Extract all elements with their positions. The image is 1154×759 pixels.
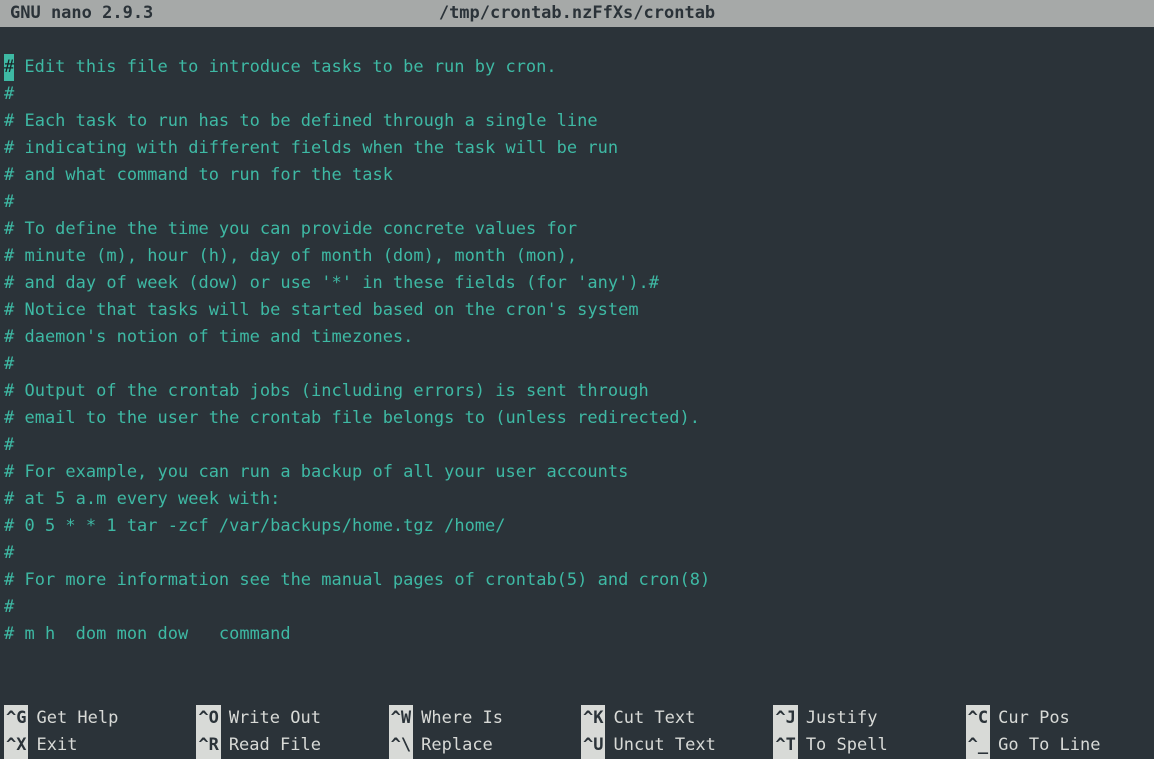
shortcut-label: Exit [36,732,77,759]
editor-line: # daemon's notion of time and timezones. [0,324,1154,351]
blank-line [0,27,1154,54]
text-cursor: # [4,54,14,81]
shortcut-label: To Spell [806,732,888,759]
shortcut-key: ^T [773,732,797,759]
app-name: GNU nano 2.9.3 [10,0,153,27]
editor-line: # and what command to run for the task [0,162,1154,189]
editor-line: # m h dom mon dow command [0,621,1154,648]
shortcut-to-spell[interactable]: ^T To Spell [769,732,961,759]
editor-line: # minute (m), hour (h), day of month (do… [0,243,1154,270]
shortcut-exit[interactable]: ^X Exit [0,732,192,759]
shortcut-key: ^R [196,732,220,759]
shortcut-key: ^_ [966,732,990,759]
shortcut-cur-pos[interactable]: ^C Cur Pos [962,705,1154,732]
shortcut-label: Cur Pos [998,705,1070,732]
editor-line: # [0,594,1154,621]
editor-line: # Each task to run has to be defined thr… [0,108,1154,135]
shortcut-label: Uncut Text [613,732,715,759]
editor-line: # For more information see the manual pa… [0,567,1154,594]
editor-line: # Notice that tasks will be started base… [0,297,1154,324]
shortcut-go-to-line[interactable]: ^_ Go To Line [962,732,1154,759]
shortcut-cut-text[interactable]: ^K Cut Text [577,705,769,732]
shortcut-key: ^K [581,705,605,732]
shortcut-get-help[interactable]: ^G Get Help [0,705,192,732]
shortcut-write-out[interactable]: ^O Write Out [192,705,384,732]
shortcut-key: ^C [966,705,990,732]
shortcut-where-is[interactable]: ^W Where Is [385,705,577,732]
editor-line: # [0,81,1154,108]
editor-line: # at 5 a.m every week with: [0,486,1154,513]
titlebar: GNU nano 2.9.3 /tmp/crontab.nzFfXs/cront… [0,0,1154,27]
shortcut-label: Where Is [421,705,503,732]
shortcut-key: ^W [389,705,413,732]
editor-line: # [0,540,1154,567]
editor-line: # Edit this file to introduce tasks to b… [0,54,1154,81]
shortcut-label: Go To Line [998,732,1100,759]
shortcut-label: Cut Text [613,705,695,732]
editor-line: # To define the time you can provide con… [0,216,1154,243]
editor-area[interactable]: # Edit this file to introduce tasks to b… [0,27,1154,705]
shortcut-key: ^X [4,732,28,759]
editor-line: # For example, you can run a backup of a… [0,459,1154,486]
shortcut-label: Get Help [36,705,118,732]
shortcut-label: Replace [421,732,493,759]
shortcut-bar: ^G Get Help ^O Write Out ^W Where Is ^K … [0,705,1154,759]
shortcut-key: ^G [4,705,28,732]
editor-line: # 0 5 * * 1 tar -zcf /var/backups/home.t… [0,513,1154,540]
editor-line: # email to the user the crontab file bel… [0,405,1154,432]
editor-line: # [0,432,1154,459]
editor-line: # Output of the crontab jobs (including … [0,378,1154,405]
shortcut-key: ^U [581,732,605,759]
shortcut-uncut-text[interactable]: ^U Uncut Text [577,732,769,759]
editor-line: # [0,351,1154,378]
shortcut-read-file[interactable]: ^R Read File [192,732,384,759]
line-text: Edit this file to introduce tasks to be … [14,57,556,77]
shortcut-key: ^J [773,705,797,732]
editor-line: # [0,189,1154,216]
shortcut-justify[interactable]: ^J Justify [769,705,961,732]
editor-line: # indicating with different fields when … [0,135,1154,162]
shortcut-key: ^O [196,705,220,732]
shortcut-label: Read File [229,732,321,759]
shortcut-replace[interactable]: ^\ Replace [385,732,577,759]
shortcut-label: Write Out [229,705,321,732]
shortcut-key: ^\ [389,732,413,759]
shortcut-label: Justify [806,705,878,732]
file-path: /tmp/crontab.nzFfXs/crontab [439,0,715,27]
editor-line: # and day of week (dow) or use '*' in th… [0,270,1154,297]
